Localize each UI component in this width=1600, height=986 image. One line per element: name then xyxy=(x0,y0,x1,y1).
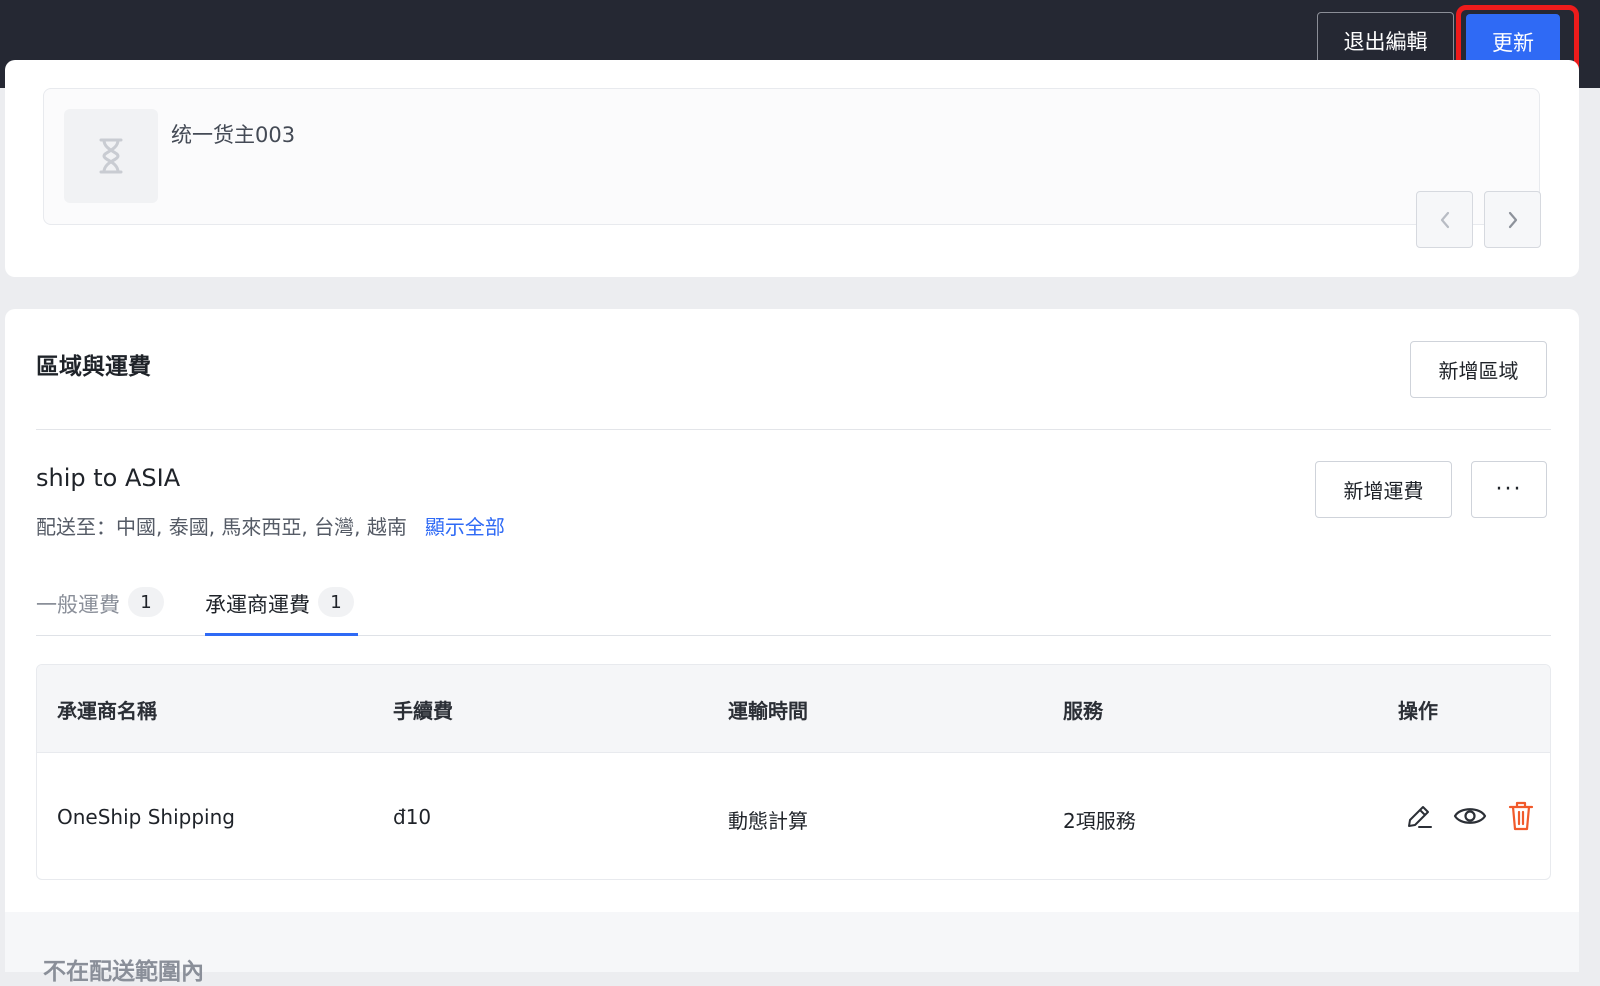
section-title: 區域與運費 xyxy=(36,354,151,380)
services-cell: 2項服務 xyxy=(1063,809,1136,833)
fee-cell: đ10 xyxy=(393,805,432,829)
previous-page-button[interactable] xyxy=(1416,191,1473,248)
transit-time-cell: 動態計算 xyxy=(728,809,808,833)
merchant-card: 统一货主003 xyxy=(5,60,1579,277)
section-divider xyxy=(36,429,1551,430)
active-tab-indicator xyxy=(205,633,358,636)
carrier-rates-table: 承運商名稱 手續費 運輸時間 服務 操作 OneShip Shipping đ1… xyxy=(36,664,1551,880)
tab-label: 一般運費 xyxy=(36,593,120,617)
zone-destinations: 配送至：中國, 泰國, 馬來西亞, 台灣, 越南 顯示全部 xyxy=(36,511,505,540)
chevron-left-icon xyxy=(1440,211,1449,228)
column-header-services: 服務 xyxy=(1063,699,1103,723)
tab-count-badge: 1 xyxy=(318,587,354,617)
chevron-right-icon xyxy=(1508,211,1517,228)
carrier-name-cell: OneShip Shipping xyxy=(57,805,235,829)
delete-trash-icon[interactable] xyxy=(1504,799,1538,833)
destinations-text: 配送至：中國, 泰國, 馬來西亞, 台灣, 越南 xyxy=(36,515,407,539)
edit-pencil-icon[interactable] xyxy=(1402,799,1436,833)
tab-carrier-rates[interactable]: 承運商運費 1 xyxy=(205,587,354,629)
merchant-name: 统一货主003 xyxy=(171,123,296,147)
merchant-item[interactable]: 统一货主003 xyxy=(43,88,1540,225)
more-options-button[interactable]: ··· xyxy=(1471,461,1547,518)
view-eye-icon[interactable] xyxy=(1453,799,1487,833)
out-of-range-title: 不在配送範圍內 xyxy=(43,959,204,985)
column-header-transit: 運輸時間 xyxy=(728,699,808,723)
column-header-carrier: 承運商名稱 xyxy=(57,699,157,723)
tab-label: 承運商運費 xyxy=(205,593,310,617)
hourglass-icon xyxy=(64,109,158,203)
column-header-fee: 手續費 xyxy=(393,699,453,723)
out-of-range-section: 不在配送範圍內 xyxy=(5,912,1579,985)
table-header: 承運商名稱 手續費 運輸時間 服務 操作 xyxy=(37,665,1550,753)
zones-rates-card: 區域與運費 新增區域 ship to ASIA 配送至：中國, 泰國, 馬來西亞… xyxy=(5,309,1579,985)
column-header-actions: 操作 xyxy=(1398,699,1438,723)
add-zone-button[interactable]: 新增區域 xyxy=(1410,341,1547,398)
show-all-link[interactable]: 顯示全部 xyxy=(425,515,505,539)
tab-count-badge: 1 xyxy=(128,587,164,617)
row-actions xyxy=(1402,798,1542,834)
tab-general-rates[interactable]: 一般運費 1 xyxy=(36,587,164,629)
zone-name: ship to ASIA xyxy=(36,464,181,492)
add-rate-button[interactable]: 新增運費 xyxy=(1315,461,1452,518)
next-page-button[interactable] xyxy=(1484,191,1541,248)
